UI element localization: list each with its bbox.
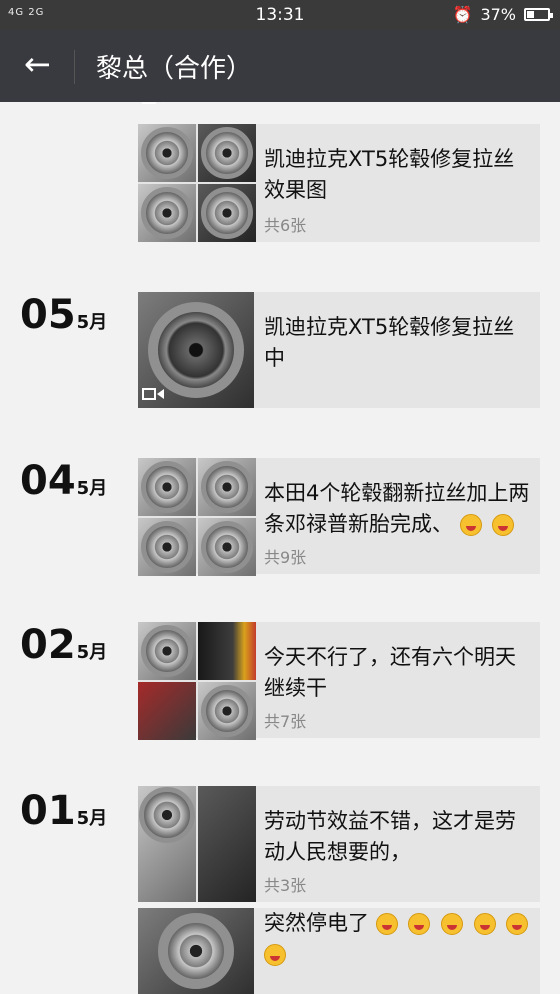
day: 05 bbox=[20, 292, 76, 338]
image-count: 共7张 bbox=[264, 712, 307, 731]
header-divider bbox=[74, 50, 75, 84]
grinning-emoji-icon bbox=[492, 514, 515, 536]
laughing-emoji-icon bbox=[441, 913, 464, 935]
post-image[interactable] bbox=[138, 518, 196, 576]
post-text: 凯迪拉克XT5轮毂修复拉丝效果图 bbox=[264, 147, 515, 202]
post-item[interactable]: 劳动节效益不错，这才是劳动人民想要的， 共3张 bbox=[138, 786, 540, 902]
page-title: 黎总（合作） bbox=[96, 54, 253, 84]
post-image[interactable] bbox=[138, 184, 196, 242]
post-thumbnails[interactable] bbox=[138, 622, 256, 740]
image-count: 共3张 bbox=[264, 876, 307, 895]
post-image[interactable] bbox=[198, 622, 256, 680]
laughing-emoji-icon bbox=[375, 913, 398, 935]
post-item[interactable]: 凯迪拉克XT5轮毂修复拉丝效果图 共6张 bbox=[138, 124, 540, 242]
post-image[interactable] bbox=[138, 458, 196, 516]
battery-percent: 37% bbox=[480, 5, 516, 24]
post-item[interactable]: 突然停电了 bbox=[138, 908, 540, 994]
date-label: 055月 bbox=[20, 292, 107, 338]
date-label: 045月 bbox=[20, 458, 107, 504]
alarm-icon: ⏰ bbox=[452, 5, 473, 24]
grinning-emoji-icon bbox=[459, 514, 482, 536]
post-item[interactable]: 本田4个轮毂翻新拉丝加上两条邓禄普新胎完成、 共9张 bbox=[138, 458, 540, 576]
date-label: 015月 bbox=[20, 788, 107, 834]
post-image[interactable] bbox=[198, 124, 256, 182]
post-text: 突然停电了 bbox=[264, 908, 534, 970]
month: 5月 bbox=[76, 478, 108, 499]
post-text-content: 本田4个轮毂翻新拉丝加上两条邓禄普新胎完成、 bbox=[264, 481, 530, 536]
post-image[interactable] bbox=[138, 908, 254, 994]
post-text: 凯迪拉克XT5轮毂修复拉丝中 bbox=[264, 315, 515, 370]
laughing-emoji-icon bbox=[264, 944, 286, 966]
video-icon bbox=[142, 102, 166, 106]
post-item[interactable]: 今天不行了，还有六个明天继续干 共7张 bbox=[138, 622, 540, 740]
post-item[interactable]: 凯迪拉克XT5轮毂修复拉丝中 bbox=[138, 292, 540, 408]
status-bar: 4G 2G 13:31 ⏰ 37% bbox=[0, 0, 560, 30]
video-icon bbox=[142, 386, 166, 402]
post-text-content: 突然停电了 bbox=[264, 911, 369, 935]
day: 04 bbox=[20, 458, 76, 504]
laughing-emoji-icon bbox=[473, 913, 496, 935]
post-image[interactable] bbox=[198, 518, 256, 576]
day: 01 bbox=[20, 788, 76, 834]
post-image[interactable] bbox=[198, 682, 256, 740]
image-count: 共9张 bbox=[264, 548, 307, 567]
post-image[interactable] bbox=[138, 124, 196, 182]
post-image[interactable] bbox=[138, 786, 196, 902]
post-thumbnails[interactable] bbox=[138, 786, 256, 902]
post-image[interactable] bbox=[198, 786, 256, 902]
back-arrow-icon[interactable]: ← bbox=[24, 48, 51, 80]
laughing-emoji-icon bbox=[506, 913, 529, 935]
moments-feed[interactable]: 凯迪拉克XT5轮毂修复拉丝效果图 共6张 055月 凯迪拉克XT5轮毂修复拉丝中… bbox=[0, 102, 560, 994]
battery-icon bbox=[524, 8, 553, 21]
post-video-thumbnail[interactable] bbox=[138, 292, 254, 408]
image-count: 共6张 bbox=[264, 216, 307, 235]
post-thumbnails[interactable] bbox=[138, 458, 256, 576]
post-image[interactable] bbox=[138, 622, 196, 680]
post-image[interactable] bbox=[138, 682, 196, 740]
status-right: ⏰ 37% bbox=[452, 5, 553, 24]
post-image[interactable] bbox=[198, 458, 256, 516]
post-image[interactable] bbox=[198, 184, 256, 242]
month: 5月 bbox=[76, 808, 108, 829]
post-text: 劳动节效益不错，这才是劳动人民想要的， bbox=[264, 809, 516, 864]
month: 5月 bbox=[76, 642, 108, 663]
app-bar: ← 黎总（合作） bbox=[0, 30, 560, 102]
post-thumbnails[interactable] bbox=[138, 124, 256, 242]
post-text: 今天不行了，还有六个明天继续干 bbox=[264, 645, 516, 700]
month: 5月 bbox=[76, 312, 108, 333]
day: 02 bbox=[20, 622, 76, 668]
laughing-emoji-icon bbox=[408, 913, 431, 935]
post-text: 本田4个轮毂翻新拉丝加上两条邓禄普新胎完成、 bbox=[264, 478, 534, 540]
date-label: 025月 bbox=[20, 622, 107, 668]
